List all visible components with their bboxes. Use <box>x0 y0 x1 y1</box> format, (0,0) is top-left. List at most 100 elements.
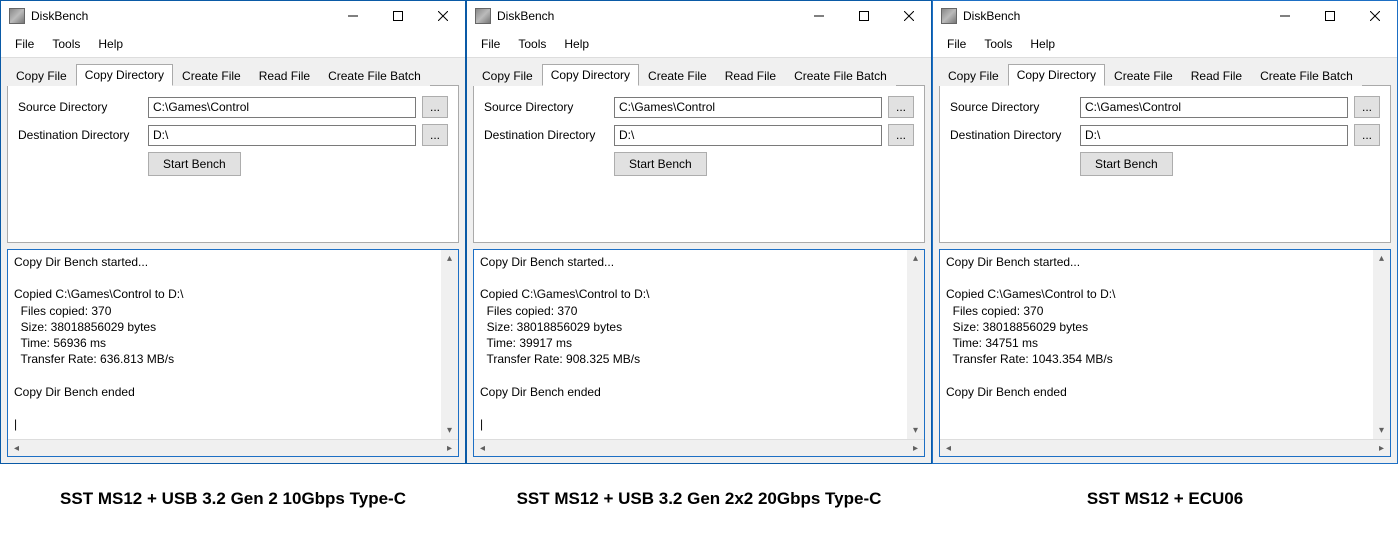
source-input[interactable] <box>1080 97 1348 118</box>
close-button[interactable] <box>886 1 931 31</box>
app-icon <box>475 8 491 24</box>
tab-create-file[interactable]: Create File <box>173 65 250 86</box>
tab-copy-directory[interactable]: Copy Directory <box>76 64 173 86</box>
menu-tools[interactable]: Tools <box>976 34 1020 54</box>
results-box[interactable]: Copy Dir Bench started... Copied C:\Game… <box>939 249 1391 457</box>
tab-create-file[interactable]: Create File <box>1105 65 1182 86</box>
tab-read-file[interactable]: Read File <box>716 65 785 86</box>
source-input[interactable] <box>148 97 416 118</box>
tabstrip: Copy FileCopy DirectoryCreate FileRead F… <box>7 64 459 86</box>
tab-panel: Source Directory... Destination Directory… <box>473 85 925 243</box>
app-icon <box>941 8 957 24</box>
destination-label: Destination Directory <box>950 128 1074 142</box>
source-browse-button[interactable]: ... <box>888 96 914 118</box>
menu-file[interactable]: File <box>939 34 974 54</box>
horizontal-scrollbar[interactable]: ◂▸ <box>474 439 924 456</box>
window-title: DiskBench <box>31 9 330 23</box>
menubar: FileToolsHelp <box>1 31 465 58</box>
tab-create-file[interactable]: Create File <box>639 65 716 86</box>
results-text[interactable]: Copy Dir Bench started... Copied C:\Game… <box>940 250 1390 439</box>
destination-label: Destination Directory <box>484 128 608 142</box>
window-controls <box>330 1 465 31</box>
scroll-left-icon[interactable]: ◂ <box>474 440 491 457</box>
titlebar[interactable]: DiskBench <box>933 1 1397 31</box>
maximize-button[interactable] <box>841 1 886 31</box>
tab-create-file-batch[interactable]: Create File Batch <box>1251 65 1362 86</box>
results-text[interactable]: Copy Dir Bench started... Copied C:\Game… <box>8 250 458 439</box>
vertical-scrollbar[interactable]: ▴▾ <box>907 250 924 439</box>
menu-file[interactable]: File <box>473 34 508 54</box>
tabstrip: Copy FileCopy DirectoryCreate FileRead F… <box>939 64 1391 86</box>
close-button[interactable] <box>1352 1 1397 31</box>
caption-label: SST MS12 + USB 3.2 Gen 2 10Gbps Type-C <box>0 464 466 509</box>
tab-create-file-batch[interactable]: Create File Batch <box>785 65 896 86</box>
start-bench-button[interactable]: Start Bench <box>614 152 707 176</box>
menu-help[interactable]: Help <box>1022 34 1063 54</box>
source-browse-button[interactable]: ... <box>1354 96 1380 118</box>
scroll-down-icon[interactable]: ▾ <box>1373 422 1390 439</box>
scroll-up-icon[interactable]: ▴ <box>441 250 458 267</box>
tab-copy-file[interactable]: Copy File <box>7 65 76 86</box>
results-text[interactable]: Copy Dir Bench started... Copied C:\Game… <box>474 250 924 439</box>
horizontal-scrollbar[interactable]: ◂▸ <box>8 439 458 456</box>
titlebar[interactable]: DiskBench <box>1 1 465 31</box>
scroll-right-icon[interactable]: ▸ <box>441 440 458 457</box>
app-window: DiskBench FileToolsHelp Copy FileCopy Dire… <box>466 0 932 464</box>
tab-copy-file[interactable]: Copy File <box>939 65 1008 86</box>
destination-input[interactable] <box>1080 125 1348 146</box>
tab-create-file-batch[interactable]: Create File Batch <box>319 65 430 86</box>
caption-label: SST MS12 + USB 3.2 Gen 2x2 20Gbps Type-C <box>466 464 932 509</box>
menu-tools[interactable]: Tools <box>44 34 88 54</box>
scroll-right-icon[interactable]: ▸ <box>1373 440 1390 457</box>
scroll-left-icon[interactable]: ◂ <box>8 440 25 457</box>
destination-label: Destination Directory <box>18 128 142 142</box>
scroll-left-icon[interactable]: ◂ <box>940 440 957 457</box>
minimize-button[interactable] <box>330 1 375 31</box>
menu-tools[interactable]: Tools <box>510 34 554 54</box>
scroll-up-icon[interactable]: ▴ <box>907 250 924 267</box>
scroll-down-icon[interactable]: ▾ <box>441 422 458 439</box>
vertical-scrollbar[interactable]: ▴▾ <box>1373 250 1390 439</box>
maximize-button[interactable] <box>1307 1 1352 31</box>
app-window: DiskBench FileToolsHelp Copy FileCopy Dire… <box>0 0 466 464</box>
minimize-button[interactable] <box>796 1 841 31</box>
titlebar[interactable]: DiskBench <box>467 1 931 31</box>
maximize-button[interactable] <box>375 1 420 31</box>
horizontal-scrollbar[interactable]: ◂▸ <box>940 439 1390 456</box>
source-input[interactable] <box>614 97 882 118</box>
tabstrip: Copy FileCopy DirectoryCreate FileRead F… <box>473 64 925 86</box>
results-box[interactable]: Copy Dir Bench started... Copied C:\Game… <box>7 249 459 457</box>
tab-copy-directory[interactable]: Copy Directory <box>542 64 639 86</box>
destination-browse-button[interactable]: ... <box>888 124 914 146</box>
source-label: Source Directory <box>18 100 142 114</box>
tab-read-file[interactable]: Read File <box>250 65 319 86</box>
tab-copy-directory[interactable]: Copy Directory <box>1008 64 1105 86</box>
menu-file[interactable]: File <box>7 34 42 54</box>
source-label: Source Directory <box>484 100 608 114</box>
window-controls <box>1262 1 1397 31</box>
scroll-right-icon[interactable]: ▸ <box>907 440 924 457</box>
window-title: DiskBench <box>497 9 796 23</box>
tab-copy-file[interactable]: Copy File <box>473 65 542 86</box>
scroll-up-icon[interactable]: ▴ <box>1373 250 1390 267</box>
tab-read-file[interactable]: Read File <box>1182 65 1251 86</box>
close-button[interactable] <box>420 1 465 31</box>
source-browse-button[interactable]: ... <box>422 96 448 118</box>
destination-input[interactable] <box>614 125 882 146</box>
start-bench-button[interactable]: Start Bench <box>148 152 241 176</box>
destination-browse-button[interactable]: ... <box>1354 124 1380 146</box>
start-bench-button[interactable]: Start Bench <box>1080 152 1173 176</box>
scroll-down-icon[interactable]: ▾ <box>907 422 924 439</box>
content-area: Copy FileCopy DirectoryCreate FileRead F… <box>467 58 931 463</box>
menu-help[interactable]: Help <box>556 34 597 54</box>
results-box[interactable]: Copy Dir Bench started... Copied C:\Game… <box>473 249 925 457</box>
window-title: DiskBench <box>963 9 1262 23</box>
minimize-button[interactable] <box>1262 1 1307 31</box>
window-controls <box>796 1 931 31</box>
menubar: FileToolsHelp <box>467 31 931 58</box>
caption-label: SST MS12 + ECU06 <box>932 464 1398 509</box>
menu-help[interactable]: Help <box>90 34 131 54</box>
destination-browse-button[interactable]: ... <box>422 124 448 146</box>
destination-input[interactable] <box>148 125 416 146</box>
vertical-scrollbar[interactable]: ▴▾ <box>441 250 458 439</box>
